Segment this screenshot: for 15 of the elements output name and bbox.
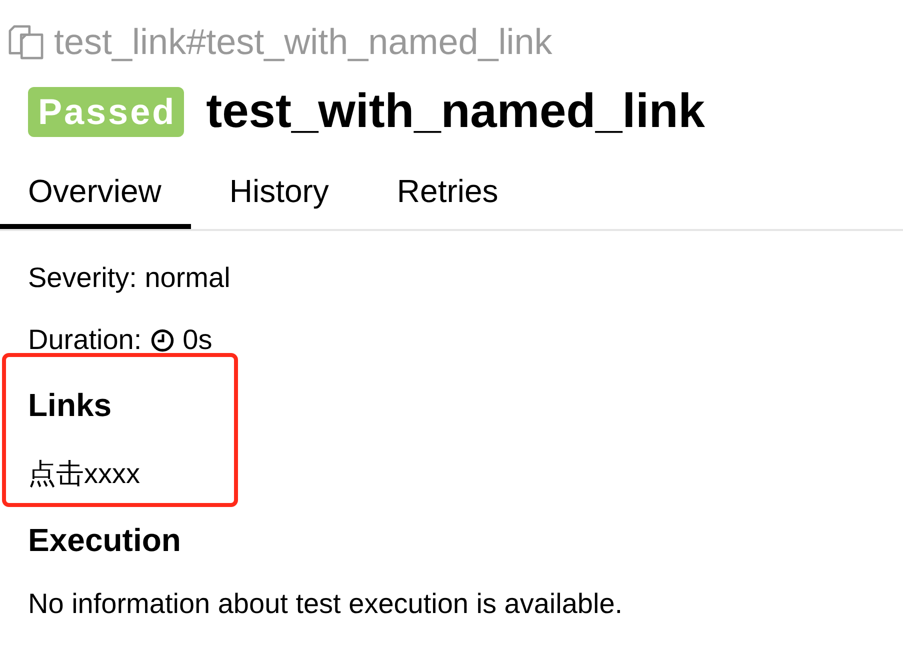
severity-text: Severity: normal — [28, 262, 232, 294]
tab[interactable]: History — [201, 173, 359, 229]
execution-message: No information about test execution is available. — [28, 588, 624, 620]
section-heading: Links — [28, 387, 113, 423]
duration-value: 0s — [182, 324, 212, 356]
status-badge: Passed — [28, 87, 184, 137]
pages-icon — [8, 24, 44, 60]
clock-icon — [150, 328, 174, 352]
tab[interactable]: Retries — [368, 173, 528, 229]
duration-label: Duration: — [28, 324, 142, 356]
tab[interactable]: Overview — [0, 173, 192, 229]
breadcrumb-path: test_link#test_with_named_link — [54, 21, 552, 63]
section-heading: Execution — [28, 522, 182, 558]
test-title: test_with_named_link — [206, 87, 705, 137]
link[interactable]: 点击xxxx — [28, 458, 140, 490]
